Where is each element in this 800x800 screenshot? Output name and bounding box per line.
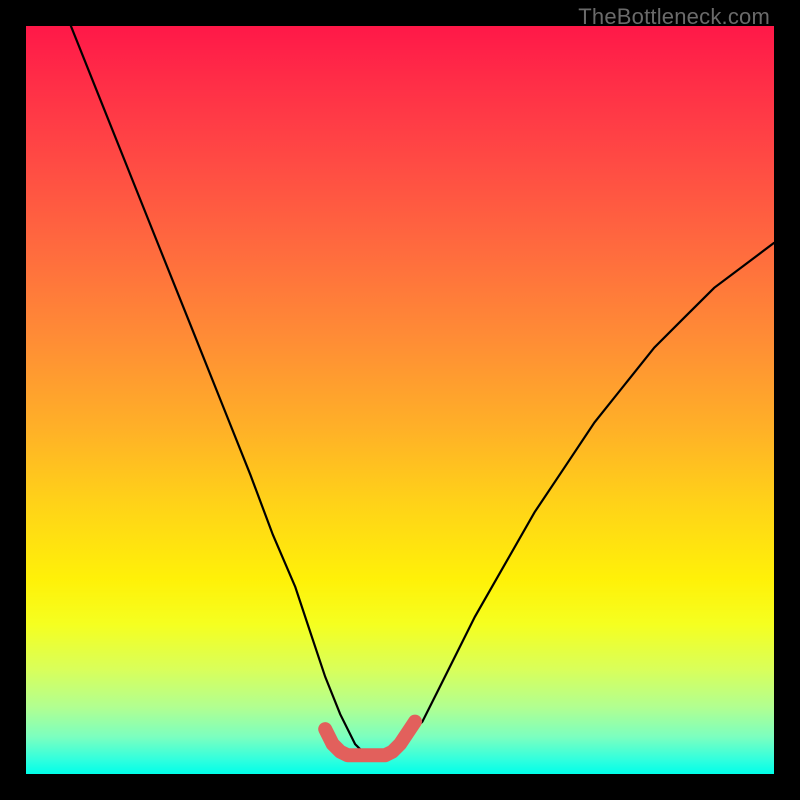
bottleneck-curve <box>71 26 774 752</box>
flat-bottom-highlight <box>325 722 415 756</box>
chart-frame: TheBottleneck.com <box>0 0 800 800</box>
chart-svg <box>26 26 774 774</box>
plot-area <box>26 26 774 774</box>
